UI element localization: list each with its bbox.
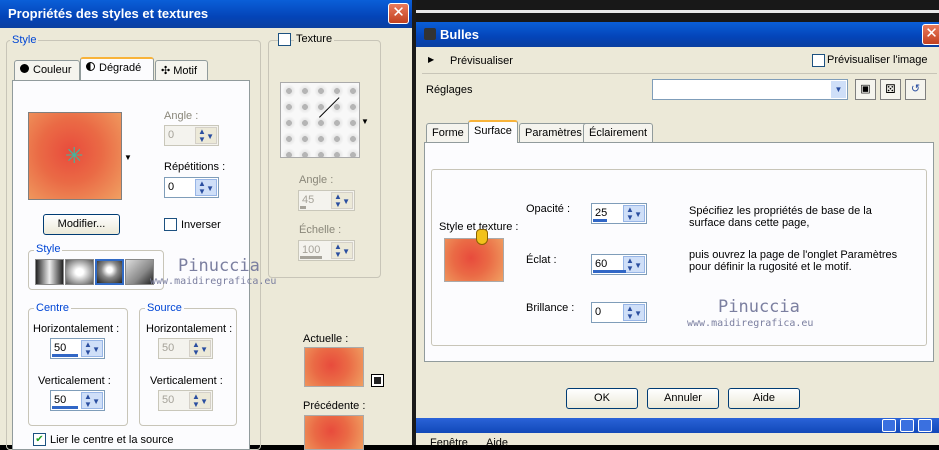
angle-label: Angle :	[164, 110, 199, 122]
source-h-stepper[interactable]: 50 ▲ ▼ ▼	[158, 338, 213, 359]
right-titlebar: Bulles	[416, 22, 939, 47]
centre-group-label: Centre	[34, 302, 72, 314]
right-dialog-title: Bulles	[440, 27, 480, 42]
tab-forme[interactable]: Forme	[426, 123, 470, 143]
source-group-label: Source	[145, 302, 184, 314]
style-subgroup-label: Style	[34, 243, 63, 255]
centre-h-stepper[interactable]: 50 ▲ ▼ ▼	[50, 338, 105, 359]
current-label: Actuelle :	[303, 333, 349, 345]
bulles-app-icon	[424, 28, 436, 40]
centre-v-label: Verticalement :	[38, 375, 111, 387]
gradient-preview[interactable]: ✳	[28, 112, 122, 200]
background-app-titlebar	[416, 418, 939, 433]
texture-angle-label: Angle :	[299, 174, 334, 186]
ok-button[interactable]: OK	[566, 388, 638, 409]
tab-parametres[interactable]: Paramètres	[519, 123, 588, 143]
shine-label: Éclat :	[526, 254, 557, 266]
menu-fenetre[interactable]: Fenêtre	[430, 437, 468, 445]
styles-textures-dialog: Propriétés des styles et textures ✕ Styl…	[0, 0, 412, 450]
settings-dropdown[interactable]: ▼	[652, 79, 848, 100]
separator	[422, 73, 937, 74]
preview-label[interactable]: Prévisualiser	[450, 55, 513, 67]
watermark-name-right: Pinuccia	[718, 297, 800, 317]
style-rectangular-button[interactable]	[65, 259, 94, 285]
watermark-url: www.maidiregrafica.eu	[150, 276, 277, 287]
gradient-tab-icon	[86, 62, 95, 71]
watermark-name: Pinuccia	[178, 256, 260, 276]
bg-minimize-button[interactable]	[882, 419, 896, 432]
save-preset-icon[interactable]: ▣	[855, 79, 876, 100]
background-menubar: Fenêtre Aide	[416, 433, 939, 445]
bg-maximize-button[interactable]	[900, 419, 914, 432]
source-v-stepper[interactable]: 50 ▲ ▼ ▼	[158, 390, 213, 411]
gloss-stepper[interactable]: 0 ▲ ▼ ▼	[591, 302, 647, 323]
invert-checkbox[interactable]	[164, 218, 177, 231]
menu-aide[interactable]: Aide	[486, 437, 508, 445]
texture-label: Texture	[294, 33, 335, 45]
scale-label: Échelle :	[299, 224, 342, 236]
texture-preview[interactable]	[280, 82, 360, 158]
bg-close-button[interactable]	[918, 419, 932, 432]
preview-image-checkbox[interactable]	[812, 54, 825, 67]
modify-button[interactable]: Modifier...	[43, 214, 120, 235]
angle-stepper[interactable]: 0 ▲ ▼ ▼	[164, 125, 219, 146]
previous-label: Précédente :	[303, 400, 366, 412]
source-h-label: Horizontalement :	[146, 323, 233, 335]
swap-icon[interactable]	[371, 374, 384, 387]
repetitions-stepper[interactable]: 0 ▲ ▼ ▼	[164, 177, 219, 198]
link-centre-source-label: Lier le centre et la source	[50, 434, 174, 446]
tab-eclairement[interactable]: Éclairement	[583, 123, 654, 143]
tab-motif[interactable]: ✣ Motif	[155, 60, 208, 80]
repetitions-label: Répétitions :	[164, 161, 226, 173]
scale-stepper[interactable]: 100 ▲ ▼ ▼	[298, 240, 355, 261]
random-dice-icon[interactable]: ⚄	[880, 79, 901, 100]
texture-checkbox[interactable]	[278, 33, 291, 46]
watermark-url-right: www.maidiregrafica.eu	[687, 318, 814, 329]
tab-surface[interactable]: Surface	[468, 120, 518, 143]
left-close-button[interactable]: ✕	[388, 3, 409, 24]
shine-stepper[interactable]: 60 ▲ ▼ ▼	[591, 254, 647, 275]
gradient-dropdown-arrow[interactable]: ▼	[124, 153, 132, 162]
cancel-button[interactable]: Annuler	[647, 388, 719, 409]
gradient-center-marker[interactable]: ✳	[65, 145, 83, 167]
link-centre-source-checkbox[interactable]: ✔	[33, 433, 46, 446]
tab-degrade[interactable]: Dégradé	[80, 57, 154, 80]
current-swatch[interactable]	[304, 347, 364, 387]
texture-angle-stepper[interactable]: 45 ▲ ▼ ▼	[298, 190, 355, 211]
opacity-label: Opacité :	[526, 203, 571, 215]
pattern-tab-icon: ✣	[161, 65, 171, 77]
tab-couleur[interactable]: Couleur	[14, 60, 80, 80]
right-close-button[interactable]: ✕	[922, 24, 939, 45]
preview-expand-arrow[interactable]: ▶	[428, 55, 434, 64]
settings-dropdown-arrow[interactable]: ▼	[831, 81, 846, 98]
bulles-dialog: Bulles ✕ ▶ Prévisualiser Prévisualiser l…	[416, 22, 939, 445]
settings-label: Réglages	[426, 84, 473, 96]
centre-h-label: Horizontalement :	[33, 323, 120, 335]
left-dialog-title: Propriétés des styles et textures	[8, 6, 209, 21]
opacity-stepper[interactable]: 25 ▲ ▼ ▼	[591, 203, 647, 224]
help-button[interactable]: Aide	[728, 388, 800, 409]
reset-icon[interactable]: ↺	[905, 79, 926, 100]
source-v-label: Verticalement :	[150, 375, 223, 387]
left-titlebar: Propriétés des styles et textures	[0, 0, 412, 28]
top-dark-strip	[416, 0, 939, 22]
style-linear-button[interactable]	[35, 259, 64, 285]
texture-angle-indicator	[319, 97, 340, 118]
gloss-label: Brillance :	[526, 302, 575, 314]
centre-v-stepper[interactable]: 50 ▲ ▼ ▼	[50, 390, 105, 411]
style-group-label: Style	[10, 34, 39, 46]
preview-image-label: Prévisualiser l'image	[827, 54, 928, 66]
surface-description-1: Spécifiez les propriétés de base de la s…	[689, 205, 872, 229]
hand-cursor-icon	[472, 223, 492, 253]
style-sunburst-button[interactable]	[95, 259, 124, 285]
surface-description-2: puis ouvrez la page de l'onglet Paramètr…	[689, 249, 898, 273]
invert-label: Inverser	[181, 219, 221, 231]
texture-dropdown-arrow[interactable]: ▼	[361, 117, 369, 126]
color-tab-icon	[20, 64, 29, 73]
